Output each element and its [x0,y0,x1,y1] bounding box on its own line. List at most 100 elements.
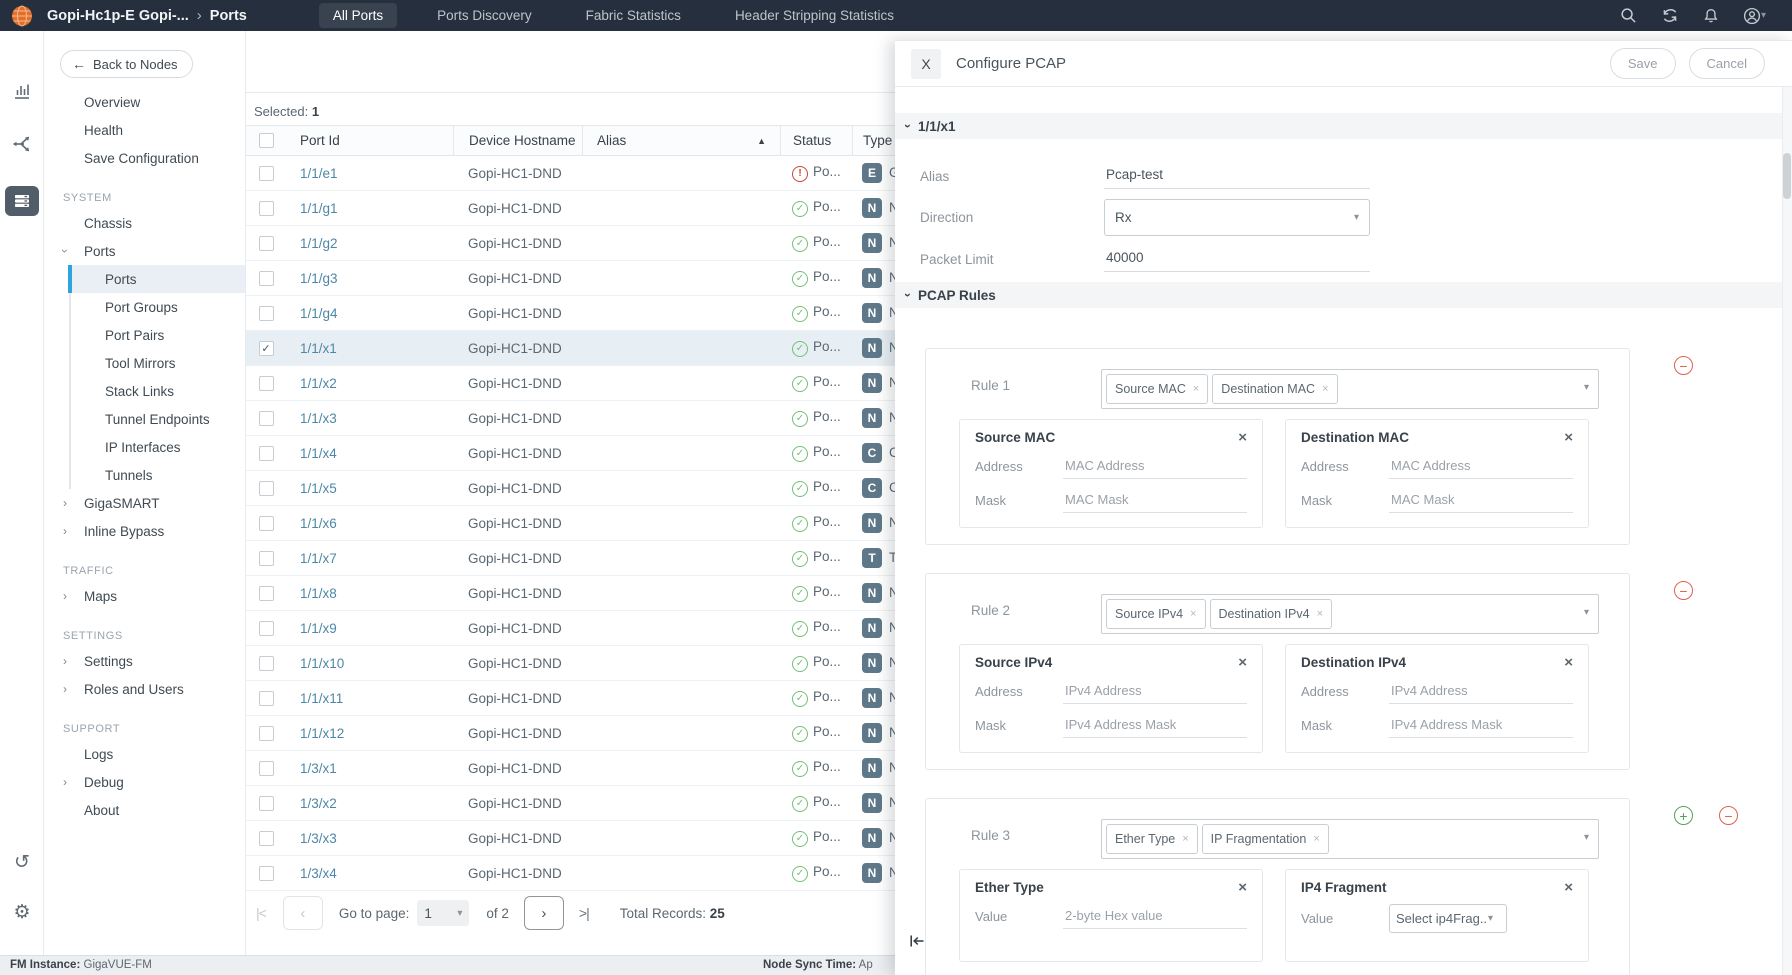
tab-all-ports[interactable]: All Ports [319,3,397,28]
field-input[interactable]: MAC Mask [1389,488,1573,513]
collapse-panel-icon[interactable] [909,934,925,953]
tab-header-stripping-statistics[interactable]: Header Stripping Statistics [721,3,908,28]
save-button[interactable]: Save [1610,48,1676,79]
row-checkbox[interactable] [259,621,274,636]
settings-gear-icon[interactable]: ⚙ [0,903,44,922]
sidebar-item-tool-mirrors[interactable]: Tool Mirrors [44,349,245,377]
port-id-link[interactable]: 1/1/x5 [300,481,337,496]
remove-filter-icon[interactable]: × [1238,655,1247,670]
row-checkbox[interactable] [259,411,274,426]
chip-remove-icon[interactable]: × [1313,833,1319,845]
port-id-link[interactable]: 1/1/g3 [300,271,338,286]
port-id-link[interactable]: 1/3/x4 [300,866,337,881]
chip-remove-icon[interactable]: × [1182,833,1188,845]
remove-rule-button[interactable]: − [1674,581,1693,600]
remove-filter-icon[interactable]: × [1238,880,1247,895]
table-row[interactable]: 1/1/g1Gopi-HC1-DND✓Po...NN [246,191,897,226]
sort-ascending-icon[interactable]: ▲ [757,136,780,146]
port-id-link[interactable]: 1/1/g4 [300,306,338,321]
row-checkbox[interactable] [259,691,274,706]
sidebar-item-maps[interactable]: ›Maps [44,582,245,610]
field-input[interactable]: IPv4 Address [1389,679,1573,704]
select-all-checkbox[interactable] [259,133,274,148]
cancel-button[interactable]: Cancel [1689,48,1765,79]
row-checkbox[interactable] [259,516,274,531]
port-id-link[interactable]: 1/1/x4 [300,446,337,461]
port-section-header[interactable]: › 1/1/x1 [895,113,1782,139]
row-checkbox[interactable] [259,271,274,286]
close-panel-button[interactable]: X [911,49,941,79]
dashboard-chart-icon[interactable] [0,81,44,101]
table-row[interactable]: 1/1/x6Gopi-HC1-DND✓Po...NN [246,506,897,541]
rule-criteria-multiselect[interactable]: Source MAC×Destination MAC×▾ [1101,369,1599,409]
row-checkbox[interactable] [259,446,274,461]
chip-remove-icon[interactable]: × [1193,383,1199,395]
table-row[interactable]: 1/1/x3Gopi-HC1-DND✓Po...NN [246,401,897,436]
field-input[interactable]: IPv4 Address Mask [1063,713,1247,738]
filter-chip-ether-type[interactable]: Ether Type× [1106,824,1198,854]
port-id-link[interactable]: 1/1/x3 [300,411,337,426]
remove-filter-icon[interactable]: × [1238,430,1247,445]
sidebar-item-health[interactable]: Health [44,116,245,144]
port-id-link[interactable]: 1/1/x8 [300,586,337,601]
sidebar-item-inline-bypass[interactable]: ›Inline Bypass [44,517,245,545]
table-row[interactable]: 1/3/x3Gopi-HC1-DND✓Po...NN [246,821,897,856]
remove-rule-button[interactable]: − [1674,356,1693,375]
field-input[interactable]: IPv4 Address Mask [1389,713,1573,738]
sidebar-item-save-configuration[interactable]: Save Configuration [44,144,245,172]
row-checkbox[interactable] [259,481,274,496]
table-row[interactable]: ✓1/1/x1Gopi-HC1-DND✓Po...NN [246,331,897,366]
field-input[interactable]: MAC Mask [1063,488,1247,513]
traffic-flow-icon[interactable] [0,133,44,155]
port-id-link[interactable]: 1/1/g2 [300,236,338,251]
tab-fabric-statistics[interactable]: Fabric Statistics [572,3,695,28]
sidebar-item-logs[interactable]: Logs [44,740,245,768]
port-id-link[interactable]: 1/1/x11 [300,691,343,706]
sidebar-item-stack-links[interactable]: Stack Links [44,377,245,405]
breadcrumb-node[interactable]: Gopi-Hc1p-E Gopi-... [47,8,189,24]
first-page-button[interactable]: |< [256,905,266,921]
alias-input[interactable]: Pcap-test [1104,163,1370,189]
table-row[interactable]: 1/1/x12Gopi-HC1-DND✓Po...NN [246,716,897,751]
row-checkbox[interactable] [259,201,274,216]
next-page-button[interactable]: › [524,896,564,930]
rule-criteria-multiselect[interactable]: Ether Type×IP Fragmentation×▾ [1101,819,1599,859]
filter-chip-source-ipv4[interactable]: Source IPv4× [1106,599,1206,629]
table-row[interactable]: 1/1/x2Gopi-HC1-DND✓Po...NN [246,366,897,401]
filter-chip-destination-ipv4[interactable]: Destination IPv4× [1210,599,1332,629]
port-id-link[interactable]: 1/1/x12 [300,726,344,741]
sidebar-item-about[interactable]: About [44,796,245,824]
remove-filter-icon[interactable]: × [1564,655,1573,670]
packet-limit-input[interactable]: 40000 [1104,246,1370,272]
notifications-bell-icon[interactable] [1703,7,1719,24]
port-id-link[interactable]: 1/1/e1 [300,166,338,181]
last-page-button[interactable]: >| [579,905,589,921]
search-icon[interactable] [1620,7,1637,24]
sidebar-item-debug[interactable]: ›Debug [44,768,245,796]
row-checkbox[interactable] [259,796,274,811]
sidebar-item-port-pairs[interactable]: Port Pairs [44,321,245,349]
table-row[interactable]: 1/1/x9Gopi-HC1-DND✓Po...NN [246,611,897,646]
field-input[interactable]: MAC Address [1389,454,1573,479]
back-to-nodes-button[interactable]: ← Back to Nodes [60,50,193,78]
field-input[interactable]: IPv4 Address [1063,679,1247,704]
rule-criteria-multiselect[interactable]: Source IPv4×Destination IPv4×▾ [1101,594,1599,634]
table-row[interactable]: 1/1/x7Gopi-HC1-DND✓Po...TT [246,541,897,576]
row-checkbox[interactable] [259,236,274,251]
direction-select[interactable]: Rx ▾ [1104,199,1370,236]
row-checkbox[interactable] [259,761,274,776]
port-id-link[interactable]: 1/1/x7 [300,551,337,566]
sidebar-item-settings[interactable]: ›Settings [44,647,245,675]
table-row[interactable]: 1/3/x1Gopi-HC1-DND✓Po...NN [246,751,897,786]
row-checkbox[interactable] [259,376,274,391]
sidebar-item-roles-and-users[interactable]: ›Roles and Users [44,675,245,703]
remove-filter-icon[interactable]: × [1564,880,1573,895]
sidebar-item-chassis[interactable]: Chassis [44,209,245,237]
sidebar-item-gigasmart[interactable]: ›GigaSMART [44,489,245,517]
ip4frag-select[interactable]: Select ip4Frag...▾ [1389,904,1507,933]
row-checkbox[interactable] [259,551,274,566]
row-checkbox[interactable] [259,306,274,321]
column-header-status[interactable]: Status [780,126,852,155]
port-id-link[interactable]: 1/3/x1 [300,761,337,776]
port-id-link[interactable]: 1/1/x9 [300,621,337,636]
